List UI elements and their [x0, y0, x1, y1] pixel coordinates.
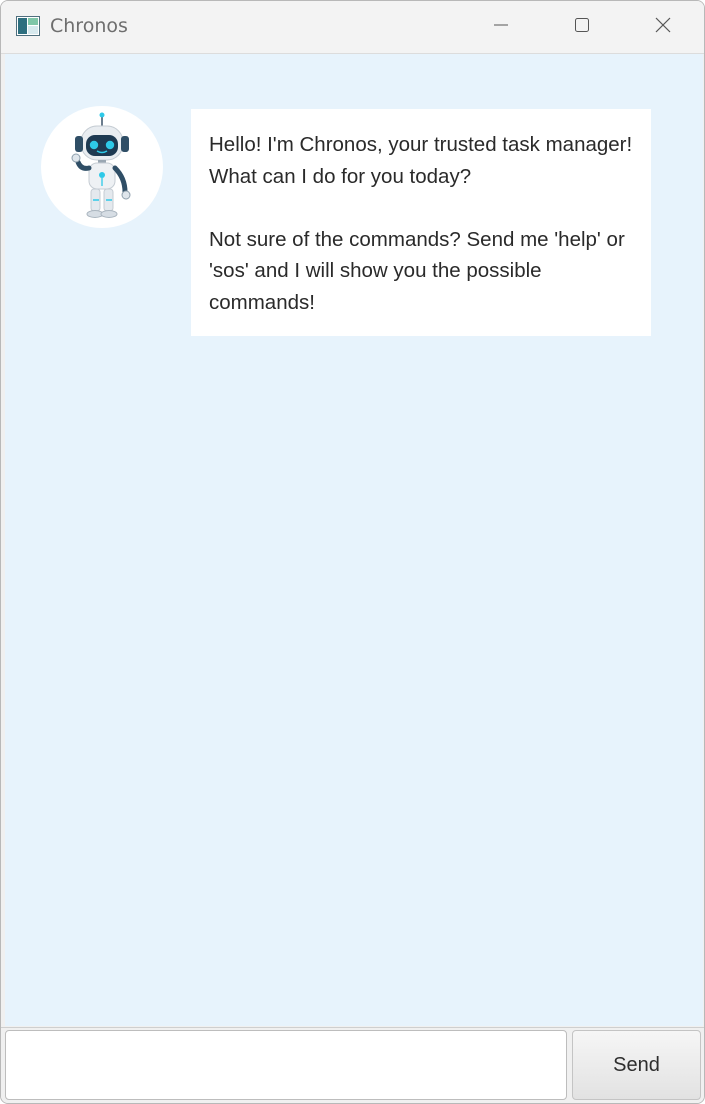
bot-avatar [41, 106, 163, 228]
window-title: Chronos [50, 15, 128, 37]
app-window-icon [16, 16, 40, 36]
message-input[interactable] [5, 1030, 567, 1100]
minimize-button[interactable] [461, 1, 541, 53]
maximize-button[interactable] [542, 1, 622, 53]
bot-message-bubble: Hello! I'm Chronos, your trusted task ma… [191, 109, 651, 336]
input-bar: Send [1, 1027, 704, 1103]
minimize-icon [493, 17, 509, 37]
close-icon [655, 17, 671, 37]
maximize-icon [574, 17, 590, 37]
robot-icon [41, 112, 163, 232]
close-button[interactable] [623, 1, 703, 53]
title-bar[interactable]: Chronos [1, 1, 704, 54]
app-window: Chronos Hello! I'm Chronos, your trusted… [0, 0, 705, 1104]
send-button[interactable]: Send [572, 1030, 701, 1100]
chat-scroll-area[interactable]: Hello! I'm Chronos, your trusted task ma… [5, 54, 703, 1026]
